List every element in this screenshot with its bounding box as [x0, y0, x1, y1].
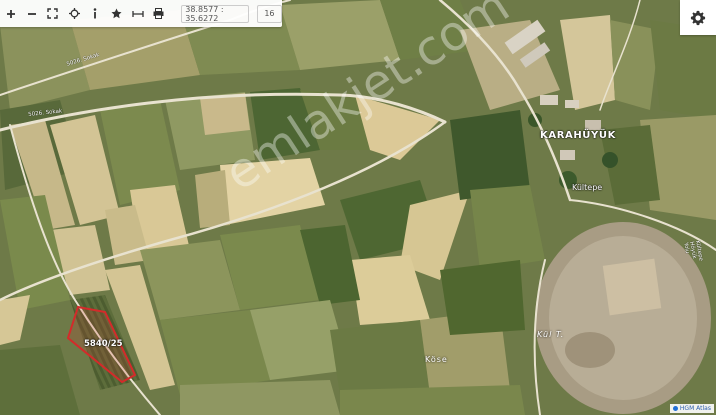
measure-icon — [131, 10, 144, 17]
place-label-kul: Kül T. — [537, 330, 565, 339]
measure-button[interactable] — [127, 0, 148, 27]
crosshair-icon — [68, 8, 80, 19]
zoom-out-button[interactable] — [21, 0, 42, 27]
attribution[interactable]: HGM Atlas — [669, 404, 714, 413]
info-icon — [93, 8, 97, 19]
road-label: Kültepe Höyük Yolu — [682, 240, 704, 262]
plus-icon — [6, 9, 15, 18]
locate-button[interactable] — [63, 0, 84, 27]
zoom-level-field[interactable]: 16 — [256, 4, 282, 23]
coordinates-field[interactable]: 38.8577 : 35.6272 — [181, 4, 249, 23]
fullscreen-icon — [47, 8, 59, 19]
fullscreen-button[interactable] — [42, 0, 63, 27]
map-toolbar: 38.8577 : 35.6272 16 — [0, 0, 282, 27]
attribution-text: HGM Atlas — [679, 405, 711, 412]
settings-button[interactable] — [680, 0, 716, 35]
place-label-kose: Köse — [425, 355, 448, 364]
print-button[interactable] — [148, 0, 169, 27]
parcel-label: 5840/25 — [84, 339, 123, 349]
star-icon — [111, 8, 122, 19]
zoom-in-button[interactable] — [0, 0, 21, 27]
town-label: KARAHÜYÜK — [540, 130, 616, 141]
print-icon — [153, 8, 164, 19]
info-button[interactable] — [85, 0, 106, 27]
atlas-logo-icon — [672, 406, 678, 411]
gear-icon — [690, 10, 706, 25]
minus-icon — [27, 12, 36, 15]
favorite-button[interactable] — [106, 0, 127, 27]
place-label-kultepe: Kültepe — [572, 183, 603, 192]
